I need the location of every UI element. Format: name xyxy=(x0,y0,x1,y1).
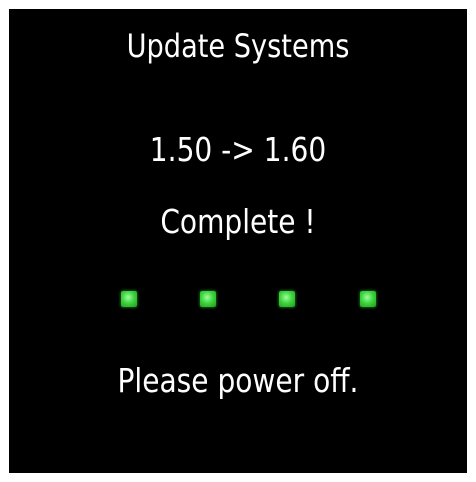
progress-indicator-1 xyxy=(121,291,137,307)
update-screen: Update Systems 1.50 -> 1.60 Complete ! P… xyxy=(9,9,467,473)
screen-title: Update Systems xyxy=(126,27,350,65)
progress-indicators xyxy=(9,291,467,311)
power-off-message: Please power off. xyxy=(117,361,359,400)
version-change-text: 1.50 -> 1.60 xyxy=(149,130,327,169)
status-text: Complete ! xyxy=(160,202,316,241)
progress-indicator-4 xyxy=(360,291,376,307)
progress-indicator-2 xyxy=(200,291,216,307)
progress-indicator-3 xyxy=(279,291,295,307)
